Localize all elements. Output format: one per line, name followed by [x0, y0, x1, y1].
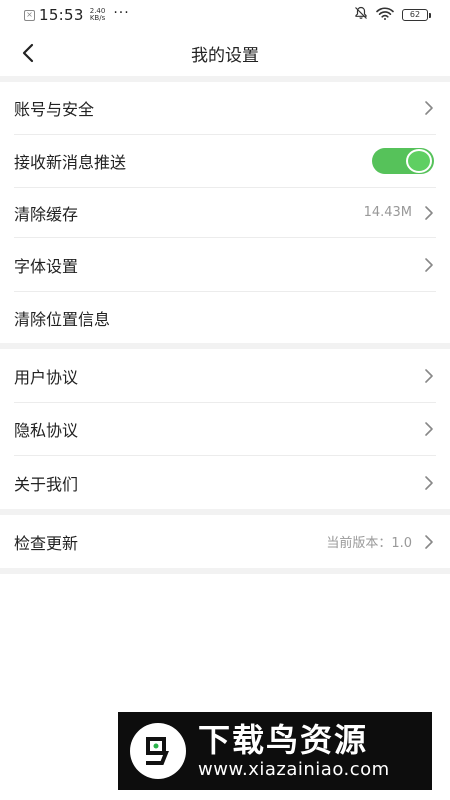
section-separator [0, 568, 450, 574]
back-button[interactable] [14, 39, 42, 67]
settings-row-font[interactable]: 字体设置 [14, 238, 436, 292]
toggle-knob [406, 149, 432, 173]
watermark-title: 下载鸟资源 [198, 721, 369, 759]
chevron-right-icon [422, 422, 436, 436]
chevron-right-icon [422, 475, 436, 490]
settings-row-about-us[interactable]: 关于我们 [14, 456, 436, 509]
bird-logo-icon [130, 723, 186, 779]
push-notifications-toggle[interactable] [372, 148, 434, 174]
settings-group-account: 账号与安全 接收新消息推送 清除缓存 14.43M 字体设置 清除位置信息 [0, 82, 450, 343]
battery-icon: 62 [402, 9, 431, 21]
settings-row-clear-cache[interactable]: 清除缓存 14.43M [14, 188, 436, 238]
settings-row-push-notifications: 接收新消息推送 [14, 135, 436, 188]
settings-row-account-security[interactable]: 账号与安全 [14, 82, 436, 135]
settings-row-user-agreement[interactable]: 用户协议 [14, 349, 436, 403]
row-label: 清除缓存 [14, 204, 79, 224]
settings-group-update: 检查更新 当前版本：1.0 [0, 515, 450, 568]
row-label: 账号与安全 [14, 100, 95, 119]
page-title: 我的设置 [191, 45, 259, 66]
settings-row-clear-location[interactable]: 清除位置信息 [14, 292, 436, 343]
chevron-right-icon [422, 101, 436, 115]
row-label: 关于我们 [14, 474, 79, 494]
cache-size: 14.43M [363, 205, 412, 220]
row-label: 清除位置信息 [14, 309, 111, 329]
status-bar: × 15:53 2.40 KB/s ··· 62 [0, 0, 450, 30]
bell-off-icon [354, 6, 368, 24]
row-label: 用户协议 [14, 367, 79, 387]
watermark-url: www.xiazainiao.com [198, 759, 390, 780]
status-right: 62 [354, 6, 431, 24]
row-label: 接收新消息推送 [14, 153, 127, 172]
more-notifications-icon: ··· [113, 5, 130, 21]
status-time: 15:53 [39, 6, 84, 24]
row-label: 字体设置 [14, 256, 79, 276]
status-left: × 15:53 2.40 KB/s ··· [24, 5, 130, 24]
watermark-banner: 下载鸟资源 www.xiazainiao.com [118, 712, 432, 790]
wifi-icon [376, 7, 394, 24]
settings-row-privacy-agreement[interactable]: 隐私协议 [14, 403, 436, 456]
no-sim-icon: × [24, 9, 35, 21]
chevron-left-icon [22, 43, 34, 63]
network-speed-unit: KB/s [89, 14, 106, 22]
nav-bar: 我的设置 [0, 30, 450, 76]
chevron-right-icon [422, 205, 436, 220]
row-label: 隐私协议 [14, 421, 79, 440]
chevron-right-icon [422, 368, 436, 383]
network-speed: 2.40 KB/s [90, 8, 106, 22]
chevron-right-icon [422, 257, 436, 272]
settings-row-check-update[interactable]: 检查更新 当前版本：1.0 [14, 515, 436, 568]
current-version: 当前版本：1.0 [326, 536, 412, 551]
settings-group-agreements: 用户协议 隐私协议 关于我们 [0, 349, 450, 509]
chevron-right-icon [422, 534, 436, 549]
row-label: 检查更新 [14, 533, 79, 553]
